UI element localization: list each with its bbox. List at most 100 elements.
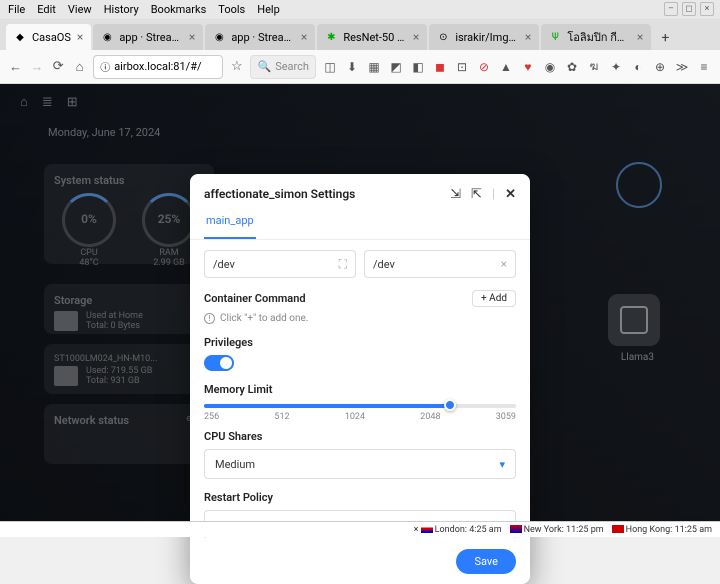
command-hint: ! Click "+" to add one. — [204, 313, 516, 324]
browser-tabbar: ◆ CasaOS × ◉ app · Streamlit × ◉ app · S… — [0, 20, 720, 50]
save-button[interactable]: Save — [456, 549, 516, 574]
close-icon[interactable]: ✕ — [505, 187, 516, 202]
tab-thai[interactable]: Ψ โอลิมปิก กีฬาสมานฉ × — [541, 24, 651, 50]
tab-resnet[interactable]: ✱ ResNet-50 Object C × — [317, 24, 427, 50]
tick: 2048 — [420, 412, 440, 422]
tab-favicon-icon: ◆ — [14, 31, 26, 43]
menu-history[interactable]: History — [104, 3, 139, 16]
ext-icon[interactable]: ◐ — [630, 59, 646, 75]
tab-label: app · Streamlit — [231, 31, 295, 44]
memory-slider[interactable] — [204, 404, 516, 408]
download-icon[interactable]: ⬇ — [344, 59, 360, 75]
tab-close-icon[interactable]: × — [77, 30, 83, 44]
restart-policy-label: Restart Policy — [204, 491, 516, 504]
tab-close-icon[interactable]: × — [637, 30, 643, 44]
device-path-input-2[interactable]: /dev × — [364, 250, 516, 278]
tab-close-icon[interactable]: × — [301, 30, 307, 44]
ext-icon[interactable]: ◼ — [432, 59, 448, 75]
tab-label: app · Streamlit — [119, 31, 183, 44]
expand-icon[interactable]: ⛶ — [339, 257, 347, 272]
clear-icon[interactable]: × — [501, 257, 507, 271]
tab-casaos[interactable]: ◆ CasaOS × — [6, 24, 91, 50]
hint-text: Click "+" to add one. — [220, 313, 308, 324]
ram-size: 2.99 GB — [142, 258, 196, 268]
chevron-down-icon: ▾ — [499, 458, 505, 471]
tick: 256 — [204, 412, 219, 422]
menu-file[interactable]: File — [8, 3, 25, 16]
ext-icon[interactable]: ✦ — [608, 59, 624, 75]
widget-icon[interactable]: ⊞ — [67, 95, 78, 110]
address-bar[interactable]: ⓘ airbox.local:81/#/ — [93, 55, 223, 79]
tab-close-icon[interactable]: × — [413, 30, 419, 44]
menu-tools[interactable]: Tools — [218, 3, 245, 16]
new-tab-button[interactable]: + — [653, 26, 677, 50]
ext-icon[interactable]: ⊡ — [454, 59, 470, 75]
window-minimize-icon[interactable]: – — [664, 2, 678, 16]
disk-name: ST1000LM024_HN-M10... — [54, 354, 204, 364]
export-icon[interactable]: ⇱ — [471, 187, 482, 202]
tab-main-app[interactable]: main_app — [204, 214, 256, 239]
dash-icon[interactable]: ≣ — [42, 95, 53, 110]
import-icon[interactable]: ⇲ — [450, 187, 461, 202]
clock-london: × London: 4:25 am — [414, 525, 502, 535]
usb-disk-icon — [54, 366, 78, 386]
ext-icon[interactable]: ◫ — [322, 59, 338, 75]
modal-tabs: main_app — [190, 214, 530, 240]
ram-label: RAM — [142, 248, 196, 258]
window-close-icon[interactable]: × — [700, 2, 714, 16]
storage-used: Used: 719.55 GB — [86, 366, 152, 376]
cpu-shares-select[interactable]: Medium ▾ — [204, 449, 516, 479]
ext-icon[interactable]: ◩ — [388, 59, 404, 75]
memory-limit-label: Memory Limit — [204, 383, 516, 396]
reload-button[interactable]: ⟳ — [51, 58, 66, 76]
storage-panel-1: Storage Used at Home Total: 0 Bytes — [44, 284, 214, 334]
window-maximize-icon[interactable]: ◻ — [682, 2, 696, 16]
input-value: /dev — [213, 258, 235, 271]
forward-button[interactable]: → — [29, 58, 44, 76]
ext-icon[interactable]: ▦ — [366, 59, 382, 75]
device-path-input-1[interactable]: /dev ⛶ — [204, 250, 356, 278]
tab-github[interactable]: ⊙ israkir/ImgSearch: A × — [429, 24, 539, 50]
modal-title: affectionate_simon Settings — [204, 187, 355, 201]
add-command-button[interactable]: + Add — [472, 290, 516, 307]
slider-ticks: 256 512 1024 2048 3059 — [204, 412, 516, 422]
app-tile[interactable] — [608, 294, 660, 346]
tab-favicon-icon: Ψ — [549, 31, 561, 43]
tab-close-icon[interactable]: × — [525, 30, 531, 44]
tab-label: โอลิมปิก กีฬาสมานฉ — [567, 28, 631, 46]
extensions-button[interactable]: ≫ — [674, 59, 690, 75]
menu-help[interactable]: Help — [257, 3, 280, 16]
clock-hongkong: Hong Kong: 11:25 am — [612, 525, 712, 535]
home-button[interactable]: ⌂ — [72, 58, 87, 76]
ext-icon[interactable]: ◧ — [410, 59, 426, 75]
menu-edit[interactable]: Edit — [37, 3, 56, 16]
divider: | — [492, 187, 495, 202]
ext-icon[interactable]: ✿ — [564, 59, 580, 75]
menu-view[interactable]: View — [68, 3, 92, 16]
ext-icon[interactable]: ◉ — [542, 59, 558, 75]
ext-icon[interactable]: ♥ — [520, 59, 536, 75]
tab-streamlit-1[interactable]: ◉ app · Streamlit × — [93, 24, 203, 50]
ext-icon[interactable]: ฆ — [586, 59, 602, 75]
tab-label: israkir/ImgSearch: A — [455, 31, 519, 44]
tick: 3059 — [496, 412, 516, 422]
bookmark-star-icon[interactable]: ☆ — [229, 58, 244, 76]
search-bar[interactable]: 🔍 Search — [250, 55, 316, 79]
search-icon: 🔍 — [257, 60, 271, 73]
tab-close-icon[interactable]: × — [189, 30, 195, 44]
slider-thumb[interactable] — [444, 399, 456, 411]
tab-favicon-icon: ◉ — [101, 31, 113, 43]
menu-bookmarks[interactable]: Bookmarks — [151, 3, 207, 16]
tab-streamlit-2[interactable]: ◉ app · Streamlit × — [205, 24, 315, 50]
back-button[interactable]: ← — [8, 58, 23, 76]
sync-icon[interactable] — [616, 162, 662, 208]
app-tile-label: Llama3 — [621, 352, 654, 363]
privileges-toggle[interactable] — [204, 355, 234, 371]
app-icon[interactable]: ⌂ — [20, 94, 28, 110]
hamburger-menu-icon[interactable]: ≡ — [696, 59, 712, 75]
ext-icon[interactable]: ▲ — [498, 59, 514, 75]
ext-icon[interactable]: ⊘ — [476, 59, 492, 75]
modal-body: /dev ⛶ /dev × Container Command + Add ! … — [190, 240, 530, 538]
browser-urlbar: ← → ⟳ ⌂ ⓘ airbox.local:81/#/ ☆ 🔍 Search … — [0, 50, 720, 84]
ext-icon[interactable]: ⊕ — [652, 59, 668, 75]
